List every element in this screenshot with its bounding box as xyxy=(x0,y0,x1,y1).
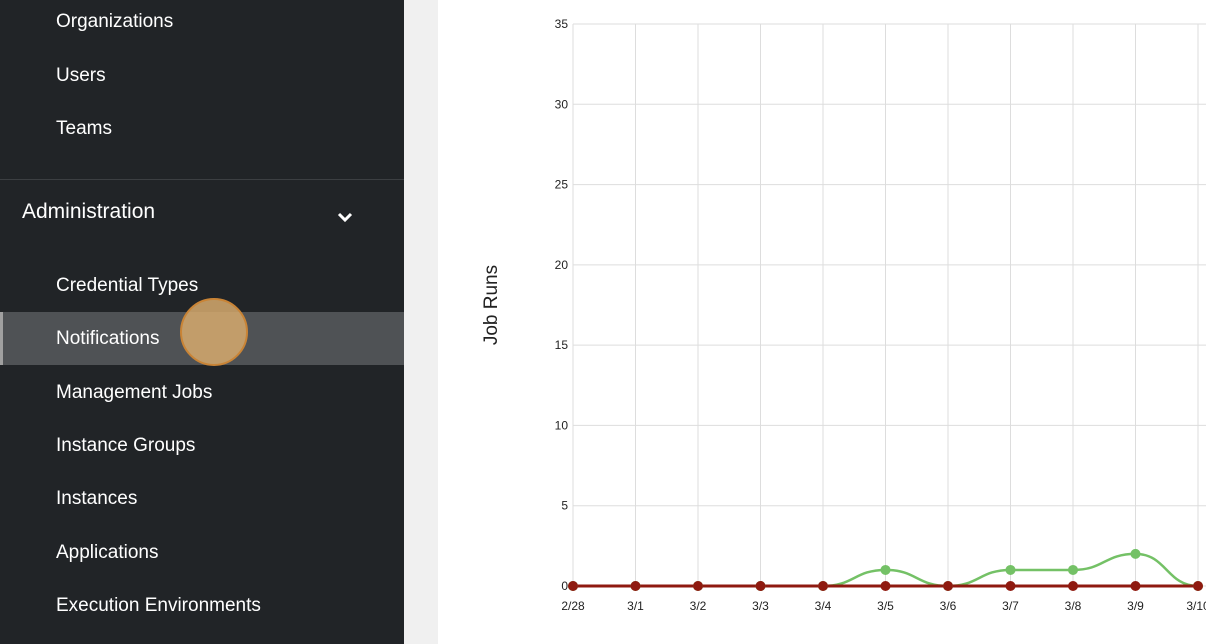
x-tick-label: 3/1 xyxy=(627,599,644,613)
data-point-series-0 xyxy=(880,564,891,575)
sidebar: Organizations Users Teams Administration… xyxy=(0,0,404,644)
data-point-series-1 xyxy=(630,581,641,591)
x-tick-label: 3/3 xyxy=(752,599,769,613)
y-tick-label: 20 xyxy=(555,258,569,272)
sidebar-item-users[interactable]: Users xyxy=(0,49,404,102)
sidebar-item-instances[interactable]: Instances xyxy=(0,472,404,525)
y-tick-label: 5 xyxy=(561,499,568,513)
data-point-series-1 xyxy=(1193,581,1203,591)
y-tick-label: 15 xyxy=(555,338,569,352)
data-point-series-1 xyxy=(880,581,891,591)
sidebar-item-instance-groups[interactable]: Instance Groups xyxy=(0,419,404,472)
y-tick-label: 35 xyxy=(555,17,569,31)
y-tick-label: 30 xyxy=(555,97,569,111)
data-point-series-1 xyxy=(1005,581,1016,591)
y-tick-label: 10 xyxy=(555,418,569,432)
y-tick-label: 25 xyxy=(555,178,569,192)
sidebar-item-organizations[interactable]: Organizations xyxy=(0,0,404,48)
x-tick-label: 3/5 xyxy=(877,599,894,613)
data-point-series-0 xyxy=(1005,564,1016,575)
content-gutter xyxy=(404,0,438,644)
data-point-series-1 xyxy=(1130,581,1141,591)
data-point-series-1 xyxy=(818,581,828,591)
data-point-series-1 xyxy=(693,581,703,591)
data-point-series-1 xyxy=(568,581,578,591)
section-administration[interactable]: Administration xyxy=(22,200,155,224)
data-point-series-1 xyxy=(943,581,953,591)
data-point-series-0 xyxy=(1068,564,1078,575)
divider xyxy=(0,179,404,180)
x-tick-label: 3/8 xyxy=(1065,599,1082,613)
sidebar-item-management-jobs[interactable]: Management Jobs xyxy=(0,366,404,419)
x-tick-label: 3/2 xyxy=(690,599,707,613)
y-tick-label: 0 xyxy=(561,579,568,593)
x-tick-label: 3/9 xyxy=(1127,599,1144,613)
x-tick-label: 3/7 xyxy=(1002,599,1019,613)
sidebar-item-execution-environments[interactable]: Execution Environments xyxy=(0,579,404,632)
x-tick-label: 3/10 xyxy=(1186,599,1206,613)
x-tick-label: 3/4 xyxy=(815,599,832,613)
data-point-series-1 xyxy=(1068,581,1078,591)
click-indicator xyxy=(180,298,248,366)
x-tick-label: 3/6 xyxy=(940,599,957,613)
x-tick-label: 2/28 xyxy=(561,599,585,613)
job-runs-chart: Job Runs 0 5 10 15 20 25 30 35 2/28 3/1 3/2 3/3 3/4 3… xyxy=(481,17,1206,613)
sidebar-item-applications[interactable]: Applications xyxy=(0,526,404,579)
y-axis-label: Job Runs xyxy=(481,265,502,345)
sidebar-item-teams[interactable]: Teams xyxy=(0,102,404,155)
data-point-series-0 xyxy=(1130,548,1141,559)
chevron-down-icon[interactable] xyxy=(336,208,354,226)
data-point-series-1 xyxy=(755,581,766,591)
